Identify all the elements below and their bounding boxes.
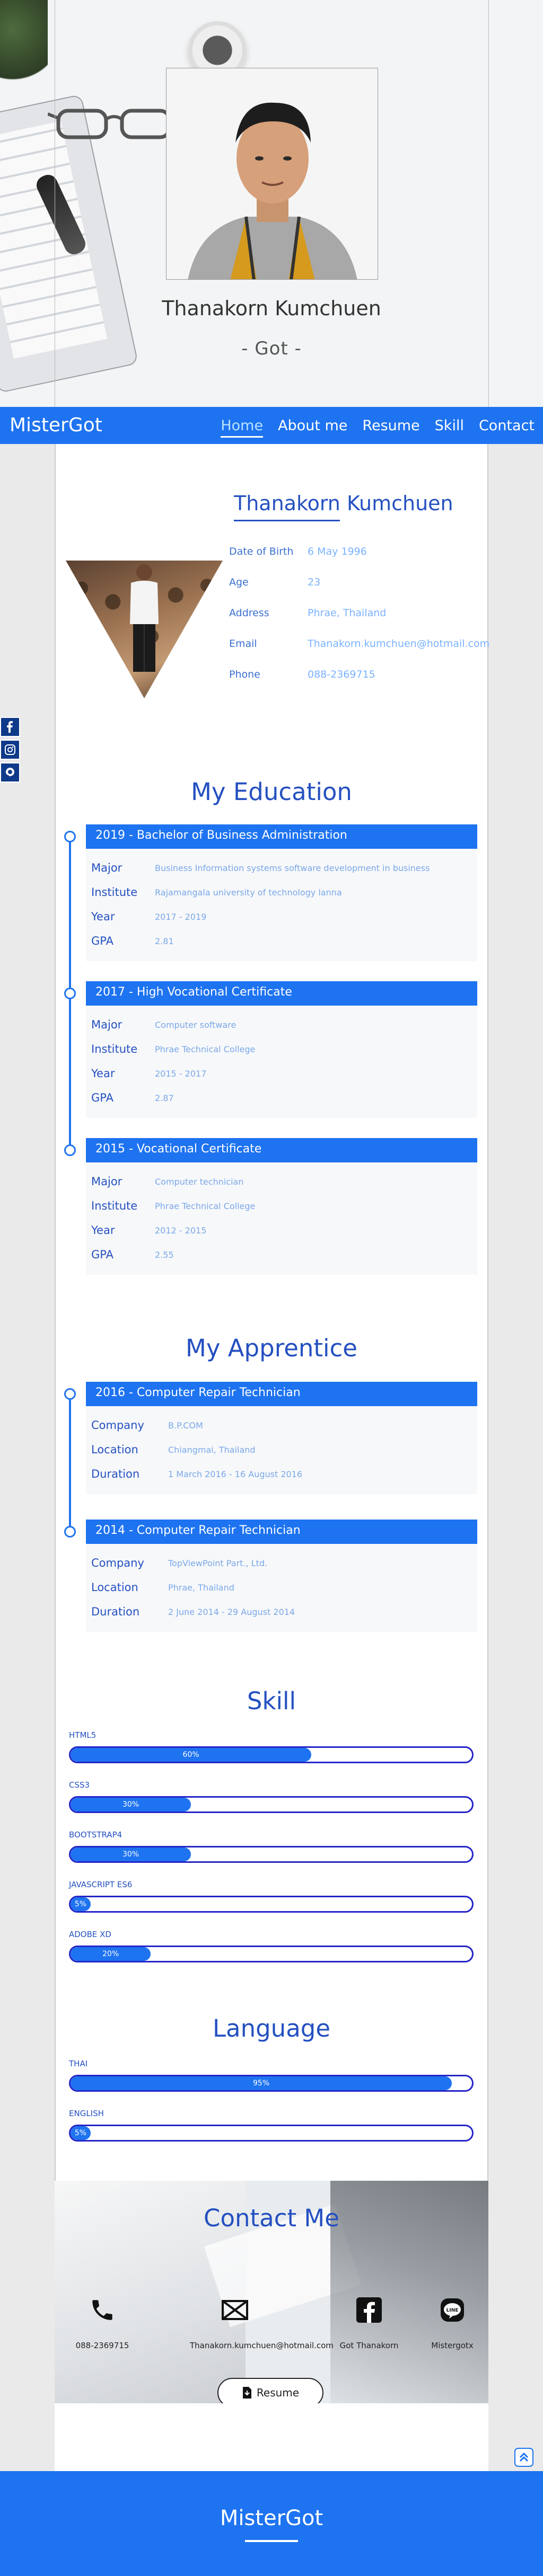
nav-contact[interactable]: Contact — [479, 418, 535, 438]
nav-resume[interactable]: Resume — [362, 418, 419, 438]
facebook-icon — [354, 2295, 384, 2325]
bar-label: ENGLISH — [69, 2109, 104, 2118]
resume-button[interactable]: Resume — [217, 2378, 323, 2403]
education-item-body: Major Business Information systems softwa… — [86, 849, 477, 961]
contact-facebook[interactable]: Got Thanakorn — [324, 2295, 414, 2350]
contact-line[interactable]: LINE Mistergotx — [407, 2295, 488, 2350]
education-item-heading: 2015 - Vocational Certificate — [86, 1138, 477, 1162]
contact-phone[interactable]: 088-2369715 — [57, 2295, 147, 2350]
progress-percent-label: 95% — [253, 2079, 270, 2088]
contact-email[interactable]: Thanakorn.kumchuen@hotmail.com — [190, 2295, 334, 2350]
nav-skill[interactable]: Skill — [435, 418, 464, 438]
timeline-dot — [64, 831, 76, 842]
nav-links: Home About me Resume Skill Contact — [221, 418, 535, 438]
hero-nickname: - Got - — [241, 338, 302, 359]
line-icon: LINE — [437, 2295, 467, 2325]
progress-percent-label: 5% — [74, 2129, 87, 2137]
progress-bar: 20% — [69, 1946, 474, 1962]
bar-label: THAI — [69, 2059, 88, 2068]
timeline-dot — [64, 1388, 76, 1400]
progress-percent-label: 5% — [74, 1900, 87, 1908]
portrait-image — [167, 68, 378, 279]
timeline-dot — [64, 988, 76, 999]
language-title: Language — [212, 2014, 331, 2042]
profile-name: Thanakorn Kumchuen — [234, 492, 453, 515]
apprentice-item-heading: 2014 - Computer Repair Technician — [86, 1520, 477, 1544]
facebook-icon[interactable] — [0, 717, 20, 737]
double-chevron-up-icon — [519, 2452, 529, 2462]
apprentice-timeline-line — [69, 1394, 71, 1532]
progress-bar: 30% — [69, 1846, 474, 1863]
progress-bar: 95% — [69, 2075, 474, 2092]
progress-bar: 30% — [69, 1796, 474, 1813]
education-item-heading: 2019 - Bachelor of Business Administrati… — [86, 824, 477, 849]
bar-label: BOOTSTRAP4 — [69, 1830, 122, 1840]
github-icon[interactable] — [0, 762, 20, 783]
apprentice-item-heading: 2016 - Computer Repair Technician — [86, 1382, 477, 1406]
navbar: MisterGot Home About me Resume Skill Con… — [0, 407, 543, 444]
svg-text:LINE: LINE — [446, 2308, 459, 2313]
mail-icon — [220, 2295, 250, 2325]
progress-bar: 5% — [69, 2125, 474, 2142]
timeline-dot — [64, 1526, 76, 1538]
contact-section: Contact Me 088-2369715 Thanakorn.kumchue… — [55, 2181, 488, 2403]
social-sidebar — [0, 717, 21, 785]
footer-brand: MisterGot — [220, 2506, 323, 2530]
brand-logo[interactable]: MisterGot — [10, 414, 102, 436]
progress-bar: 5% — [69, 1896, 474, 1913]
profile-photo — [166, 68, 378, 280]
progress-bar: 60% — [69, 1746, 474, 1763]
contact-title: Contact Me — [204, 2204, 339, 2232]
education-item-heading: 2017 - High Vocational Certificate — [86, 981, 477, 1006]
education-item-body: Major Computer technician Institute Phrae … — [86, 1162, 477, 1275]
bar-label: HTML5 — [69, 1730, 97, 1740]
apprentice-item-body: Company TopViewPoint Part., Ltd. Location… — [86, 1544, 477, 1632]
timeline-dot — [64, 1144, 76, 1156]
apprentice-title: My Apprentice — [186, 1334, 357, 1362]
instagram-icon[interactable] — [0, 740, 20, 760]
education-item-body: Major Computer software Institute Phrae Te… — [86, 1006, 477, 1118]
progress-percent-label: 60% — [182, 1751, 199, 1759]
glasses-decoration — [48, 109, 186, 139]
bar-label: CSS3 — [69, 1780, 90, 1790]
progress-percent-label: 30% — [122, 1800, 139, 1809]
progress-percent-label: 30% — [122, 1850, 139, 1859]
bar-label: JAVASCRIPT ES6 — [69, 1880, 133, 1889]
plant-decoration — [0, 0, 48, 90]
bar-label: ADOBE XD — [69, 1930, 111, 1939]
back-to-top-button[interactable] — [514, 2448, 533, 2467]
phone-icon — [87, 2295, 117, 2325]
skill-title: Skill — [247, 1687, 296, 1715]
hero-name: Thanakorn Kumchuen — [162, 297, 381, 320]
footer: MisterGot — [0, 2471, 543, 2576]
apprentice-item-body: Company B.P.COM Location Chiangmai, Thaila… — [86, 1406, 477, 1494]
nav-about[interactable]: About me — [278, 418, 347, 438]
nav-home[interactable]: Home — [221, 418, 264, 438]
profile-person-image — [130, 564, 159, 672]
hero-section: Thanakorn Kumchuen - Got - — [0, 0, 543, 407]
education-title: My Education — [191, 778, 352, 806]
progress-percent-label: 20% — [102, 1950, 119, 1958]
download-file-icon — [242, 2387, 251, 2399]
